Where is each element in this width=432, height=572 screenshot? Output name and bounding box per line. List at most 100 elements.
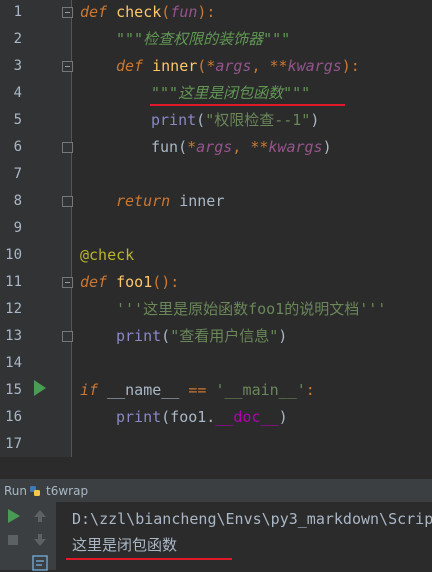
line-number: 1 [13,4,22,20]
comma: , [232,138,251,156]
parameter: args [215,57,252,75]
line-number: 10 [5,247,22,263]
call: fun [151,138,179,156]
console-output-line: 这里是闭包函数 [72,536,178,554]
run-tab-label[interactable]: Run [4,484,27,498]
scroll-down-icon[interactable] [30,530,50,550]
string: '__main__' [206,381,306,399]
parameter: fun [170,3,198,21]
paren: ): [341,57,360,75]
paren: ): [197,3,216,21]
colon: : [305,381,315,399]
line-number: 13 [5,328,22,344]
paren: ( [161,3,171,21]
line-number: 6 [13,139,22,155]
paren: ) [278,408,288,426]
run-toolbar [0,502,56,572]
fold-marker-icon[interactable] [62,7,73,18]
builtin: print [116,327,162,345]
line-number: 14 [5,355,22,371]
soft-wrap-icon[interactable] [30,552,50,572]
magic-attribute: __doc__ [215,408,279,426]
parameter: kwargs [268,138,323,156]
keyword: def [80,3,108,21]
paren: ( [197,57,207,75]
line-number: 7 [13,166,22,182]
code-editor[interactable]: 1 2 3 4 5 6 7 8 9 10 11 12 13 14 15 16 1… [0,0,432,457]
line-number: 16 [5,409,22,425]
code-line-13: print("查看用户信息") [116,327,287,345]
code-line-3: def inner(*args, **kwargs): [116,57,360,75]
line-number: 2 [13,31,22,47]
paren: ) [322,138,332,156]
docstring: '''这里是原始函数foo1的说明文档''' [116,300,387,318]
fold-end-marker-icon[interactable] [62,331,73,342]
comma: , [251,57,270,75]
run-gutter-icon[interactable] [34,380,46,396]
code-line-5: print("权限检查--1") [151,111,319,129]
function-name: check [116,3,162,21]
line-number: 12 [5,301,22,317]
line-number: 15 [5,382,22,398]
panel-separator [0,457,432,478]
paren: ) [310,111,320,129]
stop-icon[interactable] [3,530,23,550]
function-name: inner [152,57,198,75]
line-number: 11 [5,274,22,290]
fold-marker-icon[interactable] [62,277,73,288]
scroll-up-icon[interactable] [30,506,50,526]
string: "权限检查--1" [205,111,311,129]
paren: ( [161,327,171,345]
line-number: 9 [13,220,22,236]
paren: ( [196,111,206,129]
code-line-12: '''这里是原始函数foo1的说明文档''' [116,300,386,318]
run-config-name[interactable]: t6wrap [46,484,88,498]
keyword: def [116,57,144,75]
code-line-6: fun(*args, **kwargs) [151,138,332,156]
operator: * [206,57,216,75]
docstring: """检查权限的装饰器""" [116,30,291,48]
keyword: return [116,192,171,210]
fold-end-marker-icon[interactable] [62,196,73,207]
python-icon [30,486,40,496]
operator: == [188,381,207,399]
docstring: """这里是闭包函数""" [151,84,311,102]
annotation-underline [150,104,345,106]
run-tool-window-header[interactable]: Run t6wrap [0,478,432,503]
annotation-underline [66,558,232,560]
code-line-2: """检查权限的装饰器""" [116,30,290,48]
paren: (): [152,273,180,291]
keyword: if [80,381,99,399]
rerun-icon[interactable] [3,506,23,526]
paren: ( [178,138,188,156]
parameter: kwargs [287,57,342,75]
fold-end-marker-icon[interactable] [62,142,73,153]
paren: ) [278,327,288,345]
operator: * [187,138,197,156]
line-number: 8 [13,193,22,209]
string: "查看用户信息" [170,327,279,345]
console-command-line: D:\zzl\biancheng\Envs\py3_markdown\Scrip [72,510,432,528]
identifier: inner [170,192,225,210]
decorator: @check [80,246,135,264]
operator: ** [250,138,269,156]
code-line-15: if __name__ == '__main__': [80,381,315,399]
identifier: __name__ [98,381,189,399]
code-line-8: return inner [116,192,224,210]
keyword: def [80,273,108,291]
code-line-4: """这里是闭包函数""" [151,84,310,102]
parameter: args [196,138,233,156]
line-number: 5 [13,112,22,128]
builtin: print [151,111,197,129]
operator: ** [269,57,288,75]
code-line-11: def foo1(): [80,273,179,291]
fold-marker-icon[interactable] [62,61,73,72]
code-line-1: def check(fun): [80,3,215,21]
line-number: 3 [13,58,22,74]
line-number: 4 [13,85,22,101]
run-console-panel: D:\zzl\biancheng\Envs\py3_markdown\Scrip… [0,502,432,572]
code-line-10: @check [80,246,134,264]
builtin: print [116,408,162,426]
function-name: foo1 [116,273,153,291]
paren: (foo1. [161,408,216,426]
